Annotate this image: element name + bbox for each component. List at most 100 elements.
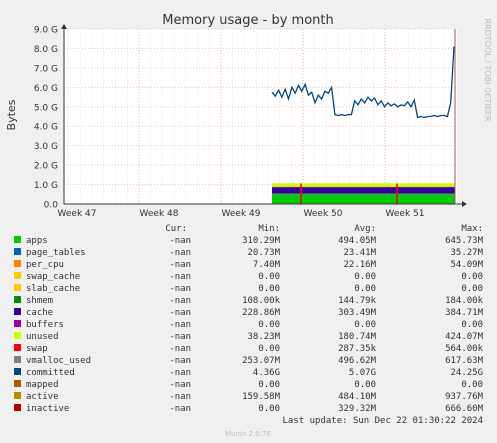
legend-name: cache xyxy=(26,308,53,318)
legend-cur: -nan xyxy=(169,392,191,402)
legend-max: 424.07M xyxy=(445,332,484,342)
legend-min: 20.73M xyxy=(247,248,280,258)
legend-row-per_cpu: per_cpu -nan 7.40M 22.16M 54.09M xyxy=(14,260,484,270)
legend-avg: 329.32M xyxy=(338,404,377,414)
stack-layer xyxy=(272,186,455,188)
x-tick-label: Week 50 xyxy=(304,209,343,219)
stack-layer xyxy=(272,187,455,194)
legend-cur: -nan xyxy=(169,320,191,330)
legend-row-shmem: shmem -nan 108.00k 144.79k 184.00k xyxy=(14,296,484,306)
swap-spike xyxy=(300,183,302,204)
legend-min: 228.86M xyxy=(242,308,281,318)
legend-cur: -nan xyxy=(169,272,191,282)
y-tick-label: 3.0 G xyxy=(34,142,58,152)
legend-max: 937.76M xyxy=(445,392,484,402)
legend-max: 0.00 xyxy=(461,284,483,294)
x-tick-label: Week 48 xyxy=(140,209,179,219)
y-tick-label: 6.0 G xyxy=(34,84,58,94)
legend-name: buffers xyxy=(26,320,64,330)
legend-header: Cur: Min: Avg: Max: xyxy=(165,224,483,234)
y-tick-label: 2.0 G xyxy=(34,162,58,172)
legend-avg: 144.79k xyxy=(338,296,377,306)
legend-swatch xyxy=(14,344,21,351)
stack-layer xyxy=(272,194,455,195)
legend-swatch xyxy=(14,272,21,279)
legend-row-committed: committed -nan 4.36G 5.07G 24.25G xyxy=(14,368,483,378)
legend-min: 4.36G xyxy=(253,368,280,378)
x-tick-label: Week 51 xyxy=(386,209,425,219)
plot-area xyxy=(64,29,457,204)
legend-swatch xyxy=(14,284,21,291)
header-max: Max: xyxy=(461,224,483,234)
y-tick-label: 5.0 G xyxy=(34,103,58,113)
legend-max: 24.25G xyxy=(450,368,483,378)
legend-avg: 0.00 xyxy=(354,320,376,330)
legend-row-buffers: buffers -nan 0.00 0.00 0.00 xyxy=(14,320,483,330)
legend-avg: 5.07G xyxy=(349,368,376,378)
stack-layer xyxy=(272,193,455,194)
legend-swatch xyxy=(14,248,21,255)
legend-max: 0.00 xyxy=(461,380,483,390)
legend-max: 645.73M xyxy=(445,236,484,246)
legend-max: 564.00k xyxy=(445,344,484,354)
swap-spike xyxy=(396,183,398,204)
legend-name: page_tables xyxy=(26,248,86,258)
legend-swatch xyxy=(14,404,21,411)
legend-row-mapped: mapped -nan 0.00 0.00 0.00 xyxy=(14,380,483,390)
legend-name: apps xyxy=(26,236,48,246)
y-axis-label: Bytes xyxy=(5,99,18,130)
stacked-areas xyxy=(272,183,455,204)
legend-max: 384.71M xyxy=(445,308,484,318)
y-tick-label: 0.0 xyxy=(44,201,59,211)
stack-layer xyxy=(272,194,455,204)
y-tick-label: 7.0 G xyxy=(34,64,58,74)
legend-avg: 180.74M xyxy=(338,332,377,342)
legend-cur: -nan xyxy=(169,284,191,294)
legend-max: 0.00 xyxy=(461,272,483,282)
legend-min: 108.00k xyxy=(242,296,281,306)
legend-swatch xyxy=(14,296,21,303)
legend-avg: 287.35k xyxy=(338,344,377,354)
munin-version: Munin 2.0.76 xyxy=(225,430,271,438)
header-avg: Avg: xyxy=(354,224,376,234)
legend-name: active xyxy=(26,392,59,402)
legend: apps -nan 310.29M 494.05M 645.73M page_tables… xyxy=(14,236,484,414)
legend-cur: -nan xyxy=(169,308,191,318)
legend-row-inactive: inactive -nan 0.00 329.32M 666.60M xyxy=(14,404,484,414)
legend-min: 0.00 xyxy=(258,320,280,330)
legend-avg: 303.49M xyxy=(338,308,377,318)
legend-swatch xyxy=(14,392,21,399)
legend-avg: 496.62M xyxy=(338,356,377,366)
legend-name: committed xyxy=(26,368,75,378)
legend-min: 0.00 xyxy=(258,272,280,282)
legend-cur: -nan xyxy=(169,356,191,366)
legend-cur: -nan xyxy=(169,248,191,258)
legend-row-apps: apps -nan 310.29M 494.05M 645.73M xyxy=(14,236,484,246)
legend-min: 0.00 xyxy=(258,404,280,414)
x-tick-label: Week 47 xyxy=(58,209,97,219)
header-cur: Cur: xyxy=(165,224,187,234)
y-axis-arrow-icon xyxy=(61,24,67,29)
chart-title: Memory usage - by month xyxy=(162,13,333,28)
legend-avg: 494.05M xyxy=(338,236,377,246)
legend-cur: -nan xyxy=(169,380,191,390)
legend-name: swap xyxy=(26,344,48,354)
watermark: RRDTOOL / TOBI OETIKER xyxy=(483,18,492,121)
y-tick-label: 4.0 G xyxy=(34,123,58,133)
legend-name: inactive xyxy=(26,404,69,414)
legend-avg: 484.10M xyxy=(338,392,377,402)
legend-cur: -nan xyxy=(169,260,191,270)
legend-min: 0.00 xyxy=(258,380,280,390)
legend-min: 7.40M xyxy=(253,260,281,270)
legend-max: 0.00 xyxy=(461,320,483,330)
legend-max: 666.60M xyxy=(445,404,484,414)
legend-row-swap: swap -nan 0.00 287.35k 564.00k xyxy=(14,344,484,354)
y-tick-label: 1.0 G xyxy=(34,181,58,191)
legend-row-swap_cache: swap_cache -nan 0.00 0.00 0.00 xyxy=(14,272,483,282)
legend-swatch xyxy=(14,320,21,327)
legend-min: 0.00 xyxy=(258,344,280,354)
legend-avg: 22.16M xyxy=(343,260,376,270)
legend-cur: -nan xyxy=(169,368,191,378)
legend-row-unused: unused -nan 38.23M 180.74M 424.07M xyxy=(14,332,484,342)
legend-max: 184.00k xyxy=(445,296,484,306)
